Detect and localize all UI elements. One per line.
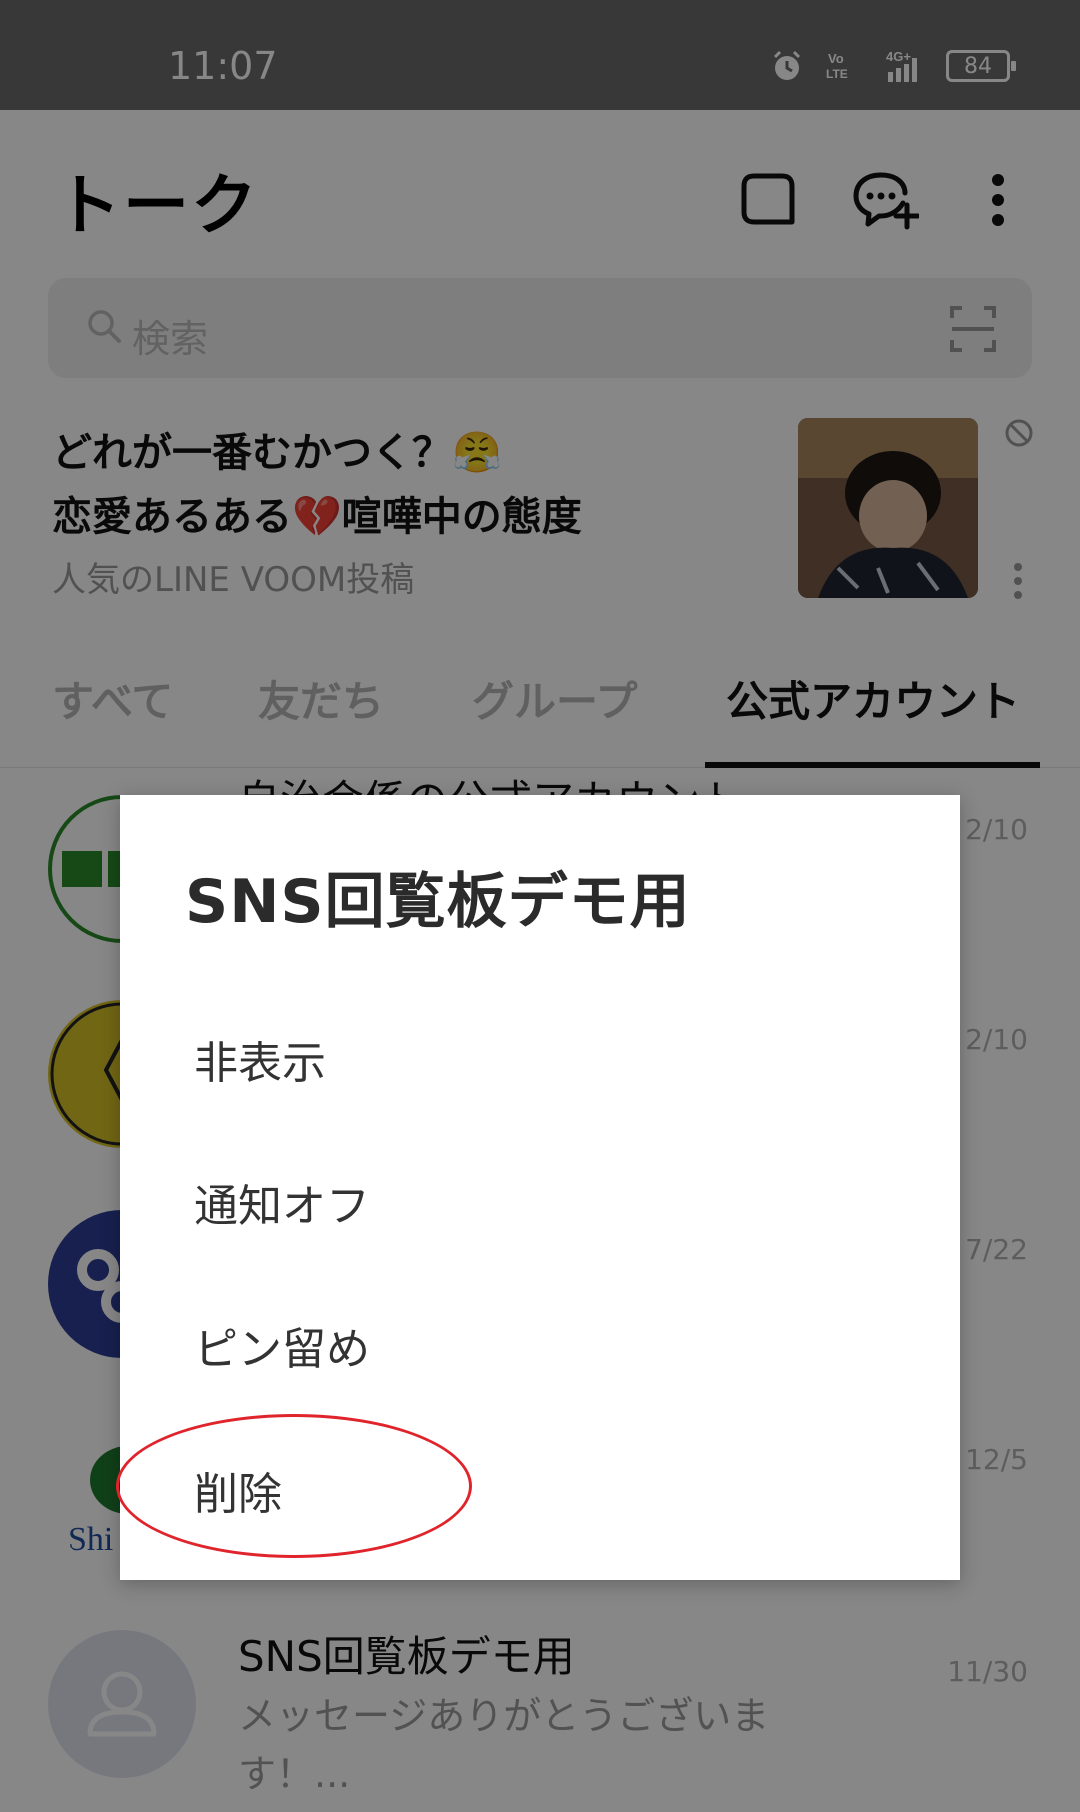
dialog-title: SNS回覧板デモ用 [185,867,691,937]
pin-option[interactable]: ピン留め [194,1313,370,1377]
highlight-annotation-circle [116,1414,472,1558]
mute-notifications-option[interactable]: 通知オフ [194,1170,370,1234]
hide-option[interactable]: 非表示 [194,1027,326,1091]
